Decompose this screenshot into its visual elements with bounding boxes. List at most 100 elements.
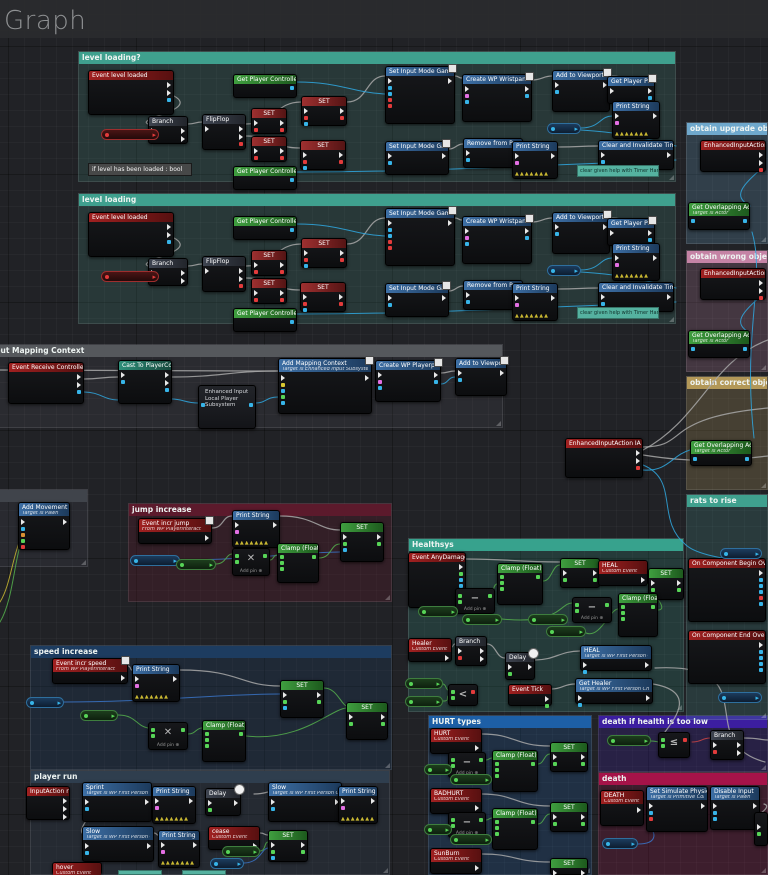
mini-comment[interactable]: clear given help with Timer Handle	[577, 307, 659, 319]
pin[interactable]	[442, 153, 446, 159]
node-sprint[interactable]: SprintTarget is WP First Person Characte…	[82, 782, 152, 822]
pin[interactable]	[422, 610, 426, 614]
pin[interactable]	[737, 750, 741, 756]
pin[interactable]	[121, 372, 125, 378]
pin[interactable]	[254, 262, 258, 268]
node-flipflop[interactable]: FlipFlop	[202, 114, 246, 150]
pin[interactable]	[458, 594, 462, 598]
pin[interactable]	[303, 152, 307, 158]
node-clamp-float[interactable]: Clamp (Float)	[492, 750, 538, 792]
pin[interactable]	[271, 850, 275, 854]
node-set[interactable]: SET	[560, 558, 600, 588]
pin[interactable]	[388, 246, 392, 250]
pin[interactable]	[304, 108, 308, 114]
pin[interactable]	[713, 811, 717, 815]
node-add-to-viewport[interactable]: Add to Viewport	[455, 356, 509, 396]
node-clamp-float[interactable]: Clamp (Float)	[492, 808, 538, 850]
node-set-simulate-physics[interactable]: Set Simulate Physics Target is Primitive …	[646, 786, 708, 832]
pin[interactable]	[167, 240, 171, 244]
pin[interactable]	[553, 814, 557, 820]
pin[interactable]	[759, 662, 763, 666]
pin[interactable]	[466, 158, 470, 162]
pin[interactable]	[388, 98, 392, 102]
variable-pill[interactable]: ▸	[450, 834, 492, 845]
pin[interactable]	[189, 798, 193, 804]
pin[interactable]	[515, 161, 519, 165]
variable-pill[interactable]: ▸	[405, 696, 443, 707]
node-print-string[interactable]: Print String ▲▲▲▲▲▲▲	[512, 283, 558, 321]
pin[interactable]	[121, 675, 125, 681]
pin[interactable]	[759, 602, 763, 606]
pin[interactable]	[205, 535, 209, 541]
pin[interactable]	[381, 722, 385, 726]
pin[interactable]: ▸	[237, 859, 241, 869]
pin[interactable]	[649, 803, 653, 809]
event-inputaction-run[interactable]: InputAction run	[26, 786, 70, 820]
pin[interactable]	[283, 700, 287, 704]
pin[interactable]	[239, 276, 243, 282]
pin[interactable]	[409, 682, 413, 686]
pin[interactable]	[649, 817, 653, 821]
pin[interactable]	[451, 696, 455, 700]
pin[interactable]	[281, 395, 285, 399]
pin[interactable]	[135, 676, 139, 682]
event-enhancedinputaction-ia-interact[interactable]: EnhancedInputAction IA Interact	[700, 268, 766, 300]
node-clamp-float[interactable]: Clamp (Float)	[618, 593, 658, 637]
pin[interactable]	[254, 148, 258, 154]
node-get-overlapping-actors[interactable]: Get Overlapping ActorsTarget is Actor	[688, 330, 750, 358]
pin[interactable]	[465, 100, 469, 104]
event-enhancedinputaction-ia-interact[interactable]: EnhancedInputAction IA Interact	[700, 140, 766, 172]
pin[interactable]	[621, 605, 625, 609]
pin[interactable]	[181, 278, 185, 284]
node-set[interactable]: SET	[550, 858, 588, 875]
pin[interactable]	[235, 530, 239, 534]
pin[interactable]	[388, 240, 392, 244]
node-set[interactable]: SET	[280, 680, 324, 718]
node-set[interactable]: SET	[340, 522, 384, 562]
pin[interactable]	[500, 581, 504, 585]
node-slow[interactable]: SlowTarget is WP First Person Character	[268, 782, 342, 822]
pin[interactable]	[205, 732, 209, 736]
pin[interactable]	[290, 320, 294, 324]
pin[interactable]	[667, 294, 671, 300]
pin[interactable]: ▸	[631, 839, 635, 849]
event-on-component-end-overlap-sphere[interactable]: On Component End Overlap (Sphere)	[688, 630, 766, 684]
pin[interactable]	[713, 817, 717, 821]
pin[interactable]	[757, 824, 761, 830]
pin[interactable]	[181, 270, 185, 276]
pin[interactable]	[553, 754, 557, 760]
node-set[interactable]: SET	[268, 830, 308, 862]
node-disable-input[interactable]: Disable Input Target is Pawn	[710, 786, 760, 830]
pin[interactable]	[254, 290, 258, 296]
pin[interactable]: ▸	[485, 835, 489, 845]
pin[interactable]	[759, 288, 763, 294]
pin[interactable]	[105, 275, 109, 279]
pin[interactable]	[283, 692, 287, 698]
node-set[interactable]: SET	[301, 238, 347, 268]
pin[interactable]	[601, 160, 605, 164]
pin[interactable]	[63, 519, 67, 525]
pin[interactable]	[280, 262, 284, 268]
pin[interactable]	[30, 701, 34, 705]
variable-pill[interactable]: ▸	[547, 123, 581, 134]
pin[interactable]	[280, 120, 284, 126]
pin[interactable]	[713, 750, 717, 754]
pin[interactable]	[85, 799, 89, 805]
node-get-healer[interactable]: Get HealerTarget is WP First Person Char…	[575, 678, 653, 707]
pin[interactable]	[722, 696, 726, 700]
node-create-wp-wristpanel-widget[interactable]: Create WP Wristpanel Widget	[462, 214, 534, 264]
pin[interactable]	[339, 294, 343, 300]
pin[interactable]	[301, 842, 305, 848]
pin[interactable]: ▸	[445, 825, 449, 835]
pin[interactable]	[551, 127, 555, 131]
pin[interactable]	[349, 722, 353, 726]
node-clamp-float[interactable]: Clamp (Float)	[497, 563, 543, 605]
pin[interactable]	[488, 594, 492, 598]
pin[interactable]	[339, 160, 343, 164]
pin[interactable]	[280, 561, 284, 565]
pin[interactable]	[214, 862, 218, 866]
pin[interactable]	[271, 807, 275, 811]
node-set[interactable]: SET	[251, 108, 287, 134]
pin[interactable]	[553, 870, 557, 875]
pin[interactable]	[312, 555, 316, 559]
